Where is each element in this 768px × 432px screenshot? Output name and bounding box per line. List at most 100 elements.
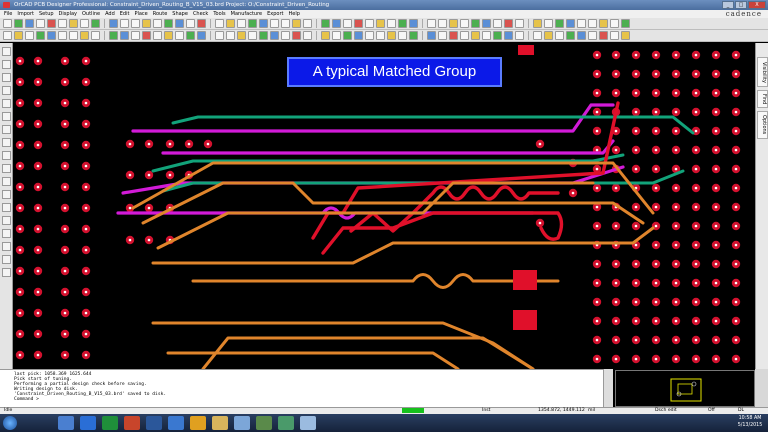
new-icon[interactable] bbox=[248, 31, 257, 40]
undo-icon[interactable] bbox=[131, 31, 140, 40]
undo-icon[interactable] bbox=[438, 31, 447, 40]
powerpoint-icon[interactable] bbox=[124, 416, 140, 430]
menu-add[interactable]: Add bbox=[105, 11, 115, 17]
console-prompt[interactable]: Command > bbox=[14, 397, 593, 402]
worldview-scrollbar[interactable] bbox=[755, 369, 768, 407]
open-icon[interactable] bbox=[259, 31, 268, 40]
route-icon[interactable] bbox=[259, 19, 268, 28]
open-icon[interactable] bbox=[409, 31, 418, 40]
orcad-taskbar-icon[interactable] bbox=[300, 416, 316, 430]
menu-manufacture[interactable]: Manufacture bbox=[231, 11, 262, 17]
zoom-in-icon[interactable] bbox=[303, 31, 312, 40]
redo-icon[interactable] bbox=[599, 31, 608, 40]
zoom-fit-icon[interactable] bbox=[175, 31, 184, 40]
redo-icon[interactable] bbox=[47, 19, 56, 28]
grid-icon[interactable] bbox=[343, 31, 352, 40]
left-tool-icon[interactable] bbox=[1, 255, 11, 264]
tab-find[interactable]: Find bbox=[757, 90, 768, 108]
zoom-out-icon[interactable] bbox=[376, 19, 385, 28]
open-icon[interactable] bbox=[471, 19, 480, 28]
menu-file[interactable]: File bbox=[4, 11, 12, 17]
new-icon[interactable] bbox=[3, 19, 12, 28]
excel-icon[interactable] bbox=[102, 416, 118, 430]
grid-icon[interactable] bbox=[493, 31, 502, 40]
menu-outline[interactable]: Outline bbox=[82, 11, 100, 17]
close-button[interactable]: X bbox=[748, 1, 766, 9]
trace-magenta[interactable] bbox=[161, 139, 615, 155]
new-icon[interactable] bbox=[153, 19, 162, 28]
grid-icon[interactable] bbox=[186, 31, 195, 40]
left-tool-icon[interactable] bbox=[1, 112, 11, 121]
3d-view-icon[interactable] bbox=[599, 19, 608, 28]
menu-export[interactable]: Export bbox=[267, 11, 283, 17]
trace-red[interactable] bbox=[321, 211, 564, 255]
undo-icon[interactable] bbox=[343, 19, 352, 28]
left-tool-icon[interactable] bbox=[1, 47, 11, 56]
minimize-button[interactable]: _ bbox=[722, 1, 734, 9]
delay-tune-icon[interactable] bbox=[226, 31, 235, 40]
tab-options[interactable]: Options bbox=[757, 111, 768, 139]
taskbar-app-icon[interactable] bbox=[58, 416, 74, 430]
delay-tune-icon[interactable] bbox=[131, 19, 140, 28]
system-tray[interactable] bbox=[690, 417, 730, 429]
new-icon[interactable] bbox=[610, 19, 619, 28]
route-icon[interactable] bbox=[354, 31, 363, 40]
zoom-fit-icon[interactable] bbox=[25, 31, 34, 40]
redo-icon[interactable] bbox=[197, 19, 206, 28]
smd-pad-bottom[interactable] bbox=[513, 310, 537, 330]
new-icon[interactable] bbox=[398, 31, 407, 40]
open-icon[interactable] bbox=[14, 19, 23, 28]
open-icon[interactable] bbox=[621, 19, 630, 28]
word-icon[interactable] bbox=[146, 416, 162, 430]
zoom-in-icon[interactable] bbox=[365, 19, 374, 28]
pcb-canvas[interactable] bbox=[13, 43, 755, 369]
route-icon[interactable] bbox=[566, 19, 575, 28]
menu-display[interactable]: Display bbox=[59, 11, 77, 17]
new-icon[interactable] bbox=[91, 31, 100, 40]
grid-icon[interactable] bbox=[91, 19, 100, 28]
smd-pad-top[interactable] bbox=[513, 270, 537, 290]
zoom-in-icon[interactable] bbox=[215, 19, 224, 28]
console-scrollbar[interactable] bbox=[603, 369, 613, 407]
taskbar-app-icon[interactable] bbox=[278, 416, 294, 430]
grid-icon[interactable] bbox=[36, 31, 45, 40]
slide-icon[interactable] bbox=[427, 19, 436, 28]
trace-orange[interactable] bbox=[166, 351, 460, 369]
undo-icon[interactable] bbox=[36, 19, 45, 28]
zoom-in-icon[interactable] bbox=[153, 31, 162, 40]
new-icon[interactable] bbox=[303, 19, 312, 28]
redo-icon[interactable] bbox=[354, 19, 363, 28]
zoom-fit-icon[interactable] bbox=[80, 19, 89, 28]
left-tool-icon[interactable] bbox=[1, 138, 11, 147]
3d-view-icon[interactable] bbox=[292, 19, 301, 28]
3d-view-icon[interactable] bbox=[142, 19, 151, 28]
menu-edit[interactable]: Edit bbox=[120, 11, 130, 17]
redo-icon[interactable] bbox=[142, 31, 151, 40]
delay-tune-icon[interactable] bbox=[533, 31, 542, 40]
menu-import[interactable]: Import bbox=[17, 11, 34, 17]
folder-icon[interactable] bbox=[212, 416, 228, 430]
left-tool-icon[interactable] bbox=[1, 73, 11, 82]
open-icon[interactable] bbox=[109, 31, 118, 40]
zoom-out-icon[interactable] bbox=[14, 31, 23, 40]
open-icon[interactable] bbox=[566, 31, 575, 40]
save-icon[interactable] bbox=[270, 31, 279, 40]
3d-view-icon[interactable] bbox=[544, 31, 553, 40]
taskbar-app-icon[interactable] bbox=[256, 416, 272, 430]
left-tool-icon[interactable] bbox=[1, 242, 11, 251]
left-tool-icon[interactable] bbox=[1, 229, 11, 238]
left-tool-icon[interactable] bbox=[1, 164, 11, 173]
delay-tune-icon[interactable] bbox=[588, 19, 597, 28]
zoom-fit-icon[interactable] bbox=[237, 19, 246, 28]
outlook-icon[interactable] bbox=[80, 416, 96, 430]
world-view-minimap[interactable] bbox=[615, 370, 755, 407]
save-icon[interactable] bbox=[25, 19, 34, 28]
command-console[interactable]: last pick: 1058.369 1625.644 Pick start … bbox=[0, 369, 603, 407]
3d-view-icon[interactable] bbox=[449, 19, 458, 28]
new-icon[interactable] bbox=[555, 31, 564, 40]
route-icon[interactable] bbox=[504, 31, 513, 40]
zoom-out-icon[interactable] bbox=[471, 31, 480, 40]
zoom-out-icon[interactable] bbox=[226, 19, 235, 28]
route-icon[interactable] bbox=[109, 19, 118, 28]
zoom-in-icon[interactable] bbox=[58, 19, 67, 28]
